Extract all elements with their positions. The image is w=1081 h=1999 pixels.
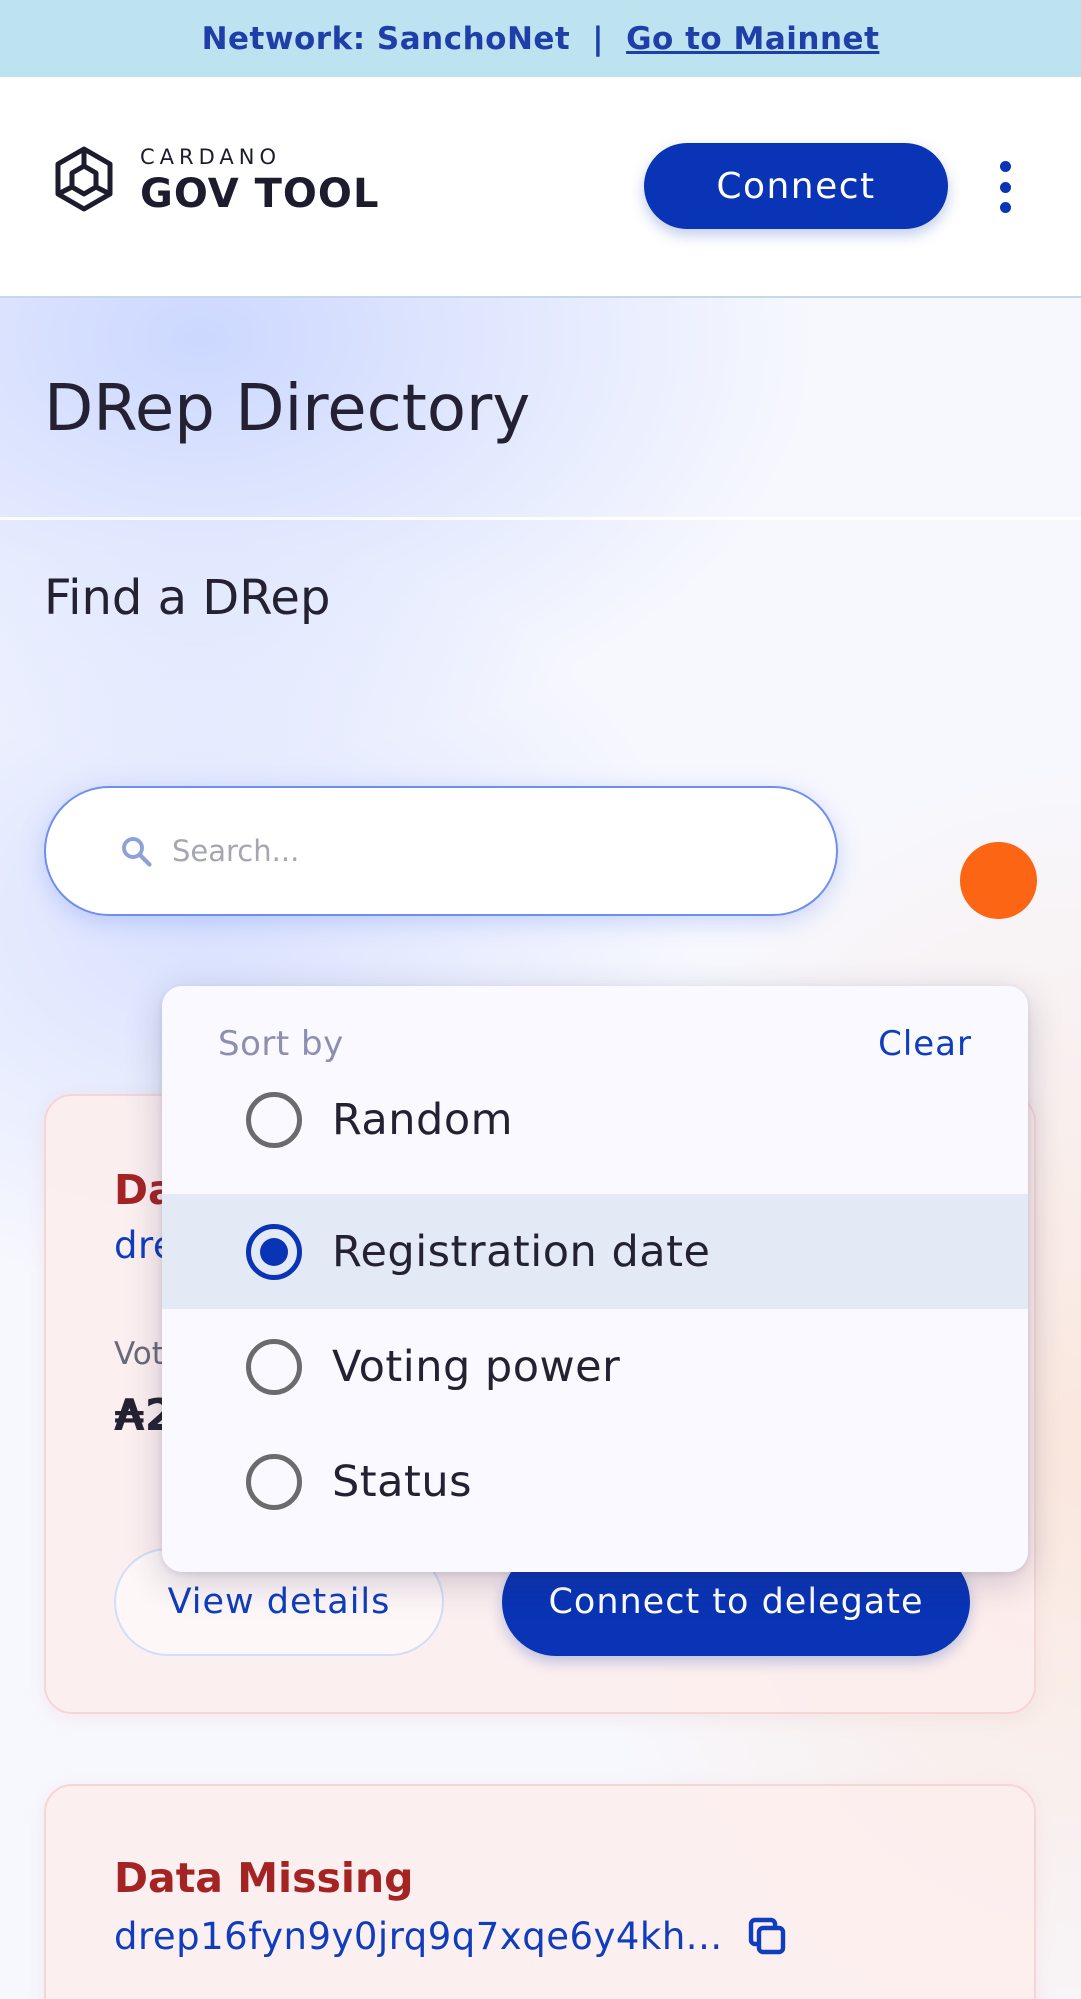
radio-unchecked-icon[interactable] bbox=[246, 1453, 302, 1510]
copy-icon[interactable] bbox=[743, 1912, 791, 1960]
drep-id-link[interactable]: drep16fyn9y0jrq9q7xqe6y4kh... bbox=[114, 1915, 723, 1958]
sort-option-random[interactable]: Random bbox=[162, 1062, 1028, 1177]
section-title: Find a DRep bbox=[44, 570, 331, 626]
go-to-mainnet-link[interactable]: Go to Mainnet bbox=[626, 21, 879, 57]
radio-unchecked-icon[interactable] bbox=[246, 1091, 302, 1148]
sort-option-label: Status bbox=[332, 1456, 473, 1507]
sort-option-voting-power[interactable]: Voting power bbox=[162, 1309, 1028, 1424]
sort-option-label: Registration date bbox=[332, 1226, 711, 1277]
sort-option-status[interactable]: Status bbox=[162, 1424, 1028, 1539]
sort-option-label: Random bbox=[332, 1094, 514, 1145]
network-label: Network: SanchoNet bbox=[201, 20, 571, 57]
drep-card: Data Missing drep16fyn9y0jrq9q7xqe6y4kh.… bbox=[44, 1784, 1036, 1999]
sort-by-label: Sort by bbox=[218, 1024, 344, 1064]
sort-option-registration-date[interactable]: Registration date bbox=[162, 1194, 1028, 1309]
app-header: CARDANO GOV TOOL Connect bbox=[0, 77, 1081, 298]
more-vertical-icon[interactable] bbox=[990, 157, 1020, 217]
title-area: DRep Directory bbox=[0, 298, 1081, 520]
network-bar: Network: SanchoNet | Go to Mainnet bbox=[0, 0, 1081, 77]
connect-wallet-button[interactable]: Connect bbox=[644, 143, 948, 229]
drep-id-row: drep16fyn9y0jrq9q7xqe6y4kh... bbox=[114, 1912, 791, 1960]
logo[interactable]: CARDANO GOV TOOL bbox=[44, 141, 379, 221]
search-input[interactable] bbox=[172, 834, 732, 868]
sort-dropdown: Sort by Clear Random Registration date V… bbox=[162, 986, 1028, 1572]
search-field[interactable] bbox=[44, 786, 838, 916]
logo-title: GOV TOOL bbox=[140, 171, 380, 217]
cardano-hexagon-icon bbox=[55, 146, 113, 212]
clear-sort-button[interactable]: Clear bbox=[878, 1024, 972, 1064]
page-title: DRep Directory bbox=[44, 372, 531, 446]
filter-indicator-dot[interactable] bbox=[960, 842, 1037, 919]
drep-status: Data Missing bbox=[114, 1854, 414, 1902]
search-icon bbox=[122, 837, 152, 867]
radio-unchecked-icon[interactable] bbox=[246, 1338, 302, 1395]
logo-subtitle: CARDANO bbox=[140, 145, 282, 169]
network-separator: | bbox=[592, 20, 605, 57]
voting-power-label: Vot bbox=[114, 1336, 164, 1372]
radio-checked-icon[interactable] bbox=[246, 1223, 302, 1280]
sort-option-label: Voting power bbox=[332, 1341, 621, 1392]
